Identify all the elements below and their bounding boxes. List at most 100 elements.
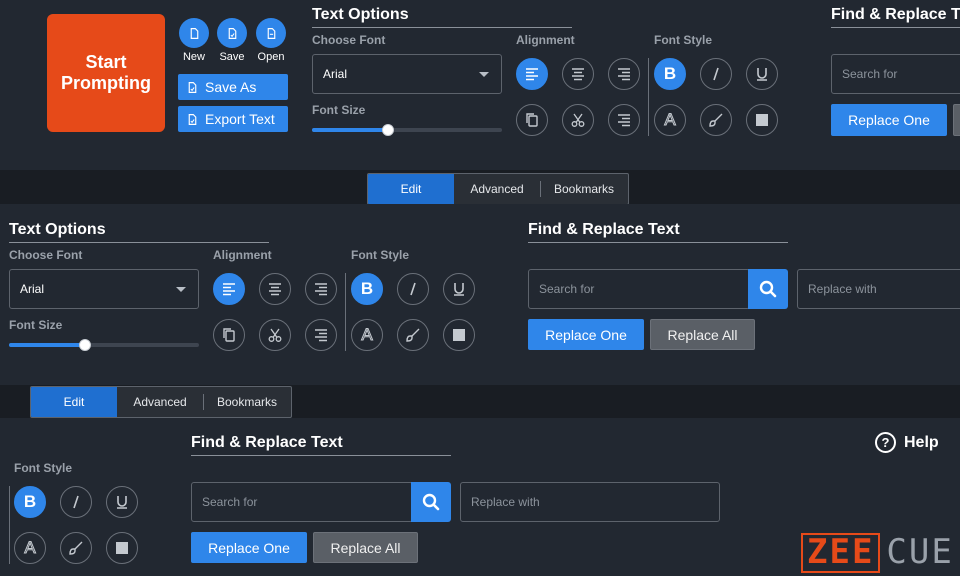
underline-button[interactable] (443, 273, 475, 305)
align-center-button[interactable] (562, 58, 594, 90)
new-file-icon (190, 27, 198, 39)
font-select-value: Arial (323, 67, 348, 81)
align-right-icon (618, 68, 630, 81)
export-text-button[interactable]: Export Text (178, 106, 288, 132)
bold-button[interactable]: B (351, 273, 383, 305)
font-size-slider-handle[interactable] (382, 124, 394, 136)
search-placeholder: Search for (539, 282, 595, 296)
square-icon (116, 542, 128, 554)
align-center-icon (269, 283, 281, 296)
save-label: Save (219, 51, 245, 63)
divider (9, 242, 269, 243)
divider (191, 455, 451, 456)
search-placeholder: Search for (842, 67, 898, 81)
italic-button[interactable] (60, 486, 92, 518)
open-file-button[interactable] (256, 18, 286, 48)
tab-advanced[interactable]: Advanced (117, 387, 203, 417)
replace-all-button[interactable]: Replace All (313, 532, 418, 563)
replace-one-button[interactable]: Replace One (191, 532, 307, 563)
replace-one-button[interactable]: Replace One (528, 319, 644, 350)
highlight-button[interactable] (443, 319, 475, 351)
search-input[interactable]: Search for (191, 482, 413, 522)
search-button[interactable] (411, 482, 451, 522)
export-text-label: Export Text (205, 111, 275, 127)
brush-icon (709, 113, 723, 127)
replace-all-button[interactable]: Replace All (650, 319, 755, 350)
font-size-slider[interactable] (312, 124, 502, 136)
save-as-label: Save As (205, 79, 257, 95)
justify-button[interactable] (608, 104, 640, 136)
help-label: Help (904, 433, 939, 451)
bold-button[interactable]: B (14, 486, 46, 518)
zeecue-logo: ZEE CUE (801, 533, 954, 573)
tab-bookmarks[interactable]: Bookmarks (203, 387, 291, 417)
align-left-button[interactable] (213, 273, 245, 305)
logo-right: CUE (886, 532, 954, 572)
choose-font-label: Choose Font (312, 33, 386, 47)
italic-button[interactable] (397, 273, 429, 305)
start-prompting-button[interactable]: Start Prompting (47, 14, 165, 132)
save-file-button[interactable] (217, 18, 247, 48)
square-icon (756, 114, 768, 126)
outline-text-button[interactable]: A (351, 319, 383, 351)
new-file-button[interactable] (179, 18, 209, 48)
underline-button[interactable] (106, 486, 138, 518)
highlight-button[interactable] (746, 104, 778, 136)
cut-button[interactable] (562, 104, 594, 136)
ribbon-replace-all-button[interactable] (953, 104, 960, 136)
font-size-slider[interactable] (9, 339, 199, 351)
brush-icon (69, 541, 83, 555)
search-button[interactable] (748, 269, 788, 309)
cut-button[interactable] (259, 319, 291, 351)
chevron-down-icon (176, 287, 186, 292)
font-select[interactable]: Arial (312, 54, 502, 94)
find-replace-title: Find & Replace Text (191, 434, 343, 451)
outline-text-button[interactable]: A (14, 532, 46, 564)
align-left-button[interactable] (516, 58, 548, 90)
italic-icon (73, 495, 79, 509)
tab-bar[interactable]: Edit Advanced Bookmarks (367, 173, 629, 205)
tab-bookmarks[interactable]: Bookmarks (540, 174, 628, 204)
search-input[interactable]: Search for (528, 269, 750, 309)
align-center-button[interactable] (259, 273, 291, 305)
align-right-button[interactable] (305, 273, 337, 305)
copy-button[interactable] (213, 319, 245, 351)
edit-panel: Text Options Choose Font Arial Font Size… (0, 204, 960, 385)
outline-text-button[interactable]: A (654, 104, 686, 136)
align-left-icon (223, 283, 235, 296)
brush-button[interactable] (700, 104, 732, 136)
justify-button[interactable] (305, 319, 337, 351)
tab-advanced[interactable]: Advanced (454, 174, 540, 204)
highlight-button[interactable] (106, 532, 138, 564)
logo-left: ZEE (801, 533, 881, 573)
align-right-button[interactable] (608, 58, 640, 90)
save-as-button[interactable]: Save As (178, 74, 288, 100)
align-justify-icon (315, 329, 327, 342)
tab-bar[interactable]: Edit Advanced Bookmarks (30, 386, 292, 418)
italic-button[interactable] (700, 58, 732, 90)
font-size-slider-handle[interactable] (79, 339, 91, 351)
help-button[interactable]: ? Help (875, 432, 939, 453)
ribbon-search-input[interactable]: Search for (831, 54, 960, 94)
brush-icon (406, 328, 420, 342)
brush-button[interactable] (60, 532, 92, 564)
replace-input[interactable]: Replace with (460, 482, 720, 522)
scissors-icon (268, 328, 282, 342)
font-select[interactable]: Arial (9, 269, 199, 309)
font-style-label: Font Style (351, 248, 410, 262)
bold-button[interactable]: B (654, 58, 686, 90)
choose-font-label: Choose Font (9, 248, 83, 262)
divider (203, 394, 204, 410)
font-size-label: Font Size (312, 103, 366, 117)
copy-button[interactable] (516, 104, 548, 136)
compact-panel: Font Style B A Find & Replace Text Searc… (0, 418, 960, 576)
export-icon (188, 113, 197, 125)
tabs-strip: Edit Advanced Bookmarks (0, 170, 960, 205)
replace-input[interactable]: Replace with (797, 269, 960, 309)
tab-edit[interactable]: Edit (31, 387, 117, 417)
replace-placeholder: Replace with (808, 282, 877, 296)
ribbon-replace-one-button[interactable]: Replace One (831, 104, 947, 136)
underline-button[interactable] (746, 58, 778, 90)
brush-button[interactable] (397, 319, 429, 351)
tab-edit[interactable]: Edit (368, 174, 454, 204)
